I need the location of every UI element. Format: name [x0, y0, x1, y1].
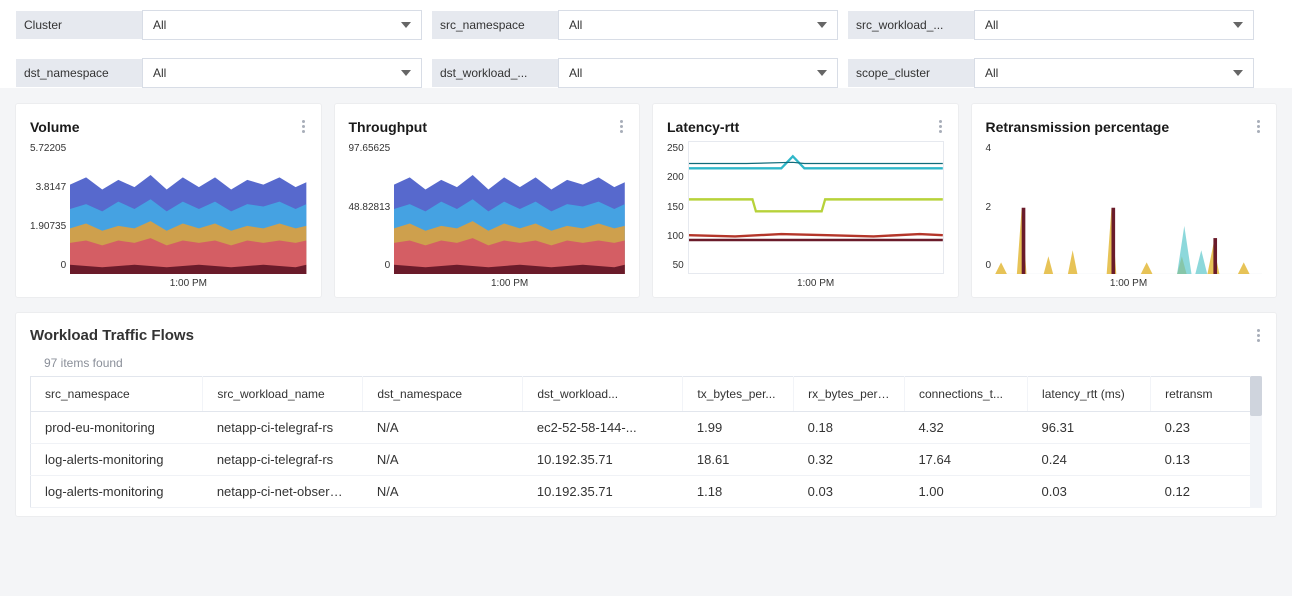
panel-throughput: Throughput 97.6562548.828130: [335, 104, 640, 297]
y-axis: 25020015010050: [667, 141, 688, 289]
column-header[interactable]: tx_bytes_per...: [683, 377, 794, 412]
filter-label: src_namespace: [432, 11, 558, 39]
column-header[interactable]: connections_t...: [904, 377, 1027, 412]
table-cell: netapp-ci-net-observe...: [203, 476, 363, 508]
panel-retrans: Retransmission percentage 420: [972, 104, 1277, 297]
column-header[interactable]: rx_bytes_per_...: [794, 377, 905, 412]
chart-panels: Volume 5.722053.81471.907350: [0, 88, 1292, 297]
chevron-down-icon: [401, 22, 411, 28]
table-cell: 0.03: [1028, 476, 1151, 508]
y-axis: 420: [986, 141, 996, 289]
table-cell: N/A: [363, 412, 523, 444]
table-cell: 0.12: [1151, 476, 1262, 508]
filter-select[interactable]: All: [558, 10, 838, 40]
items-found: 97 items found: [44, 356, 1262, 370]
table-cell: 0.03: [794, 476, 905, 508]
filter-label: dst_workload_...: [432, 59, 558, 87]
table-row[interactable]: prod-eu-monitoringnetapp-ci-telegraf-rsN…: [31, 412, 1262, 444]
column-header[interactable]: latency_rtt (ms): [1028, 377, 1151, 412]
column-header[interactable]: src_namespace: [31, 377, 203, 412]
kebab-menu-icon[interactable]: [937, 118, 944, 135]
table-cell: 0.24: [1028, 444, 1151, 476]
kebab-menu-icon[interactable]: [300, 118, 307, 135]
table-cell: 96.31: [1028, 412, 1151, 444]
y-axis: 97.6562548.828130: [349, 141, 395, 289]
table-cell: 17.64: [904, 444, 1027, 476]
filter-select[interactable]: All: [974, 58, 1254, 88]
scrollbar-track[interactable]: [1250, 376, 1262, 508]
x-axis-label: 1:00 PM: [688, 278, 944, 289]
table-cell: 0.18: [794, 412, 905, 444]
filter-1: src_namespaceAll: [432, 10, 838, 40]
table-cell: prod-eu-monitoring: [31, 412, 203, 444]
filter-2: src_workload_...All: [848, 10, 1254, 40]
column-header[interactable]: dst_namespace: [363, 377, 523, 412]
scrollbar-thumb[interactable]: [1250, 376, 1262, 416]
table-cell: 4.32: [904, 412, 1027, 444]
table-card: Workload Traffic Flows 97 items found sr…: [16, 313, 1276, 516]
table-row[interactable]: log-alerts-monitoringnetapp-ci-net-obser…: [31, 476, 1262, 508]
table-cell: 10.192.35.71: [523, 476, 683, 508]
kebab-menu-icon[interactable]: [1255, 118, 1262, 135]
table-cell: 10.192.35.71: [523, 444, 683, 476]
panel-title: Throughput: [349, 119, 428, 135]
table-cell: ec2-52-58-144-...: [523, 412, 683, 444]
filter-label: src_workload_...: [848, 11, 974, 39]
filter-select[interactable]: All: [142, 10, 422, 40]
filter-label: scope_cluster: [848, 59, 974, 87]
column-header[interactable]: retransm: [1151, 377, 1262, 412]
table-cell: log-alerts-monitoring: [31, 444, 203, 476]
table-cell: 0.23: [1151, 412, 1262, 444]
table-cell: N/A: [363, 444, 523, 476]
filter-0: ClusterAll: [16, 10, 422, 40]
kebab-menu-icon[interactable]: [1255, 327, 1262, 344]
filter-5: scope_clusterAll: [848, 58, 1254, 88]
chevron-down-icon: [1233, 22, 1243, 28]
table-cell: 0.32: [794, 444, 905, 476]
chevron-down-icon: [401, 70, 411, 76]
filter-3: dst_namespaceAll: [16, 58, 422, 88]
filter-4: dst_workload_...All: [432, 58, 838, 88]
filter-label: dst_namespace: [16, 59, 142, 87]
filter-label: Cluster: [16, 11, 142, 39]
filter-select[interactable]: All: [142, 58, 422, 88]
kebab-menu-icon[interactable]: [618, 118, 625, 135]
table-cell: log-alerts-monitoring: [31, 476, 203, 508]
table-row[interactable]: log-alerts-monitoringnetapp-ci-telegraf-…: [31, 444, 1262, 476]
panel-title: Volume: [30, 119, 80, 135]
table-cell: 1.99: [683, 412, 794, 444]
filter-select[interactable]: All: [974, 10, 1254, 40]
table-cell: netapp-ci-telegraf-rs: [203, 412, 363, 444]
panel-title: Retransmission percentage: [986, 119, 1170, 135]
x-axis-label: 1:00 PM: [394, 278, 625, 289]
table-cell: 1.00: [904, 476, 1027, 508]
chevron-down-icon: [817, 22, 827, 28]
panel-title: Latency-rtt: [667, 119, 739, 135]
table-cell: N/A: [363, 476, 523, 508]
filter-select[interactable]: All: [558, 58, 838, 88]
traffic-table: src_namespacesrc_workload_namedst_namesp…: [30, 376, 1262, 508]
column-header[interactable]: dst_workload...: [523, 377, 683, 412]
chart-area: [70, 141, 306, 274]
panel-volume: Volume 5.722053.81471.907350: [16, 104, 321, 297]
panel-latency: Latency-rtt 25020015010050: [653, 104, 958, 297]
chevron-down-icon: [817, 70, 827, 76]
chart-area: [688, 141, 944, 274]
table-cell: 1.18: [683, 476, 794, 508]
table-cell: 18.61: [683, 444, 794, 476]
table-cell: netapp-ci-telegraf-rs: [203, 444, 363, 476]
column-header[interactable]: src_workload_name: [203, 377, 363, 412]
y-axis: 5.722053.81471.907350: [30, 141, 70, 289]
table-cell: 0.13: [1151, 444, 1262, 476]
chevron-down-icon: [1233, 70, 1243, 76]
x-axis-label: 1:00 PM: [70, 278, 306, 289]
table-title: Workload Traffic Flows: [30, 327, 194, 344]
chart-area: [394, 141, 625, 274]
chart-area: [995, 141, 1262, 274]
filter-bar: ClusterAllsrc_namespaceAllsrc_workload_.…: [0, 0, 1292, 88]
x-axis-label: 1:00 PM: [995, 278, 1262, 289]
